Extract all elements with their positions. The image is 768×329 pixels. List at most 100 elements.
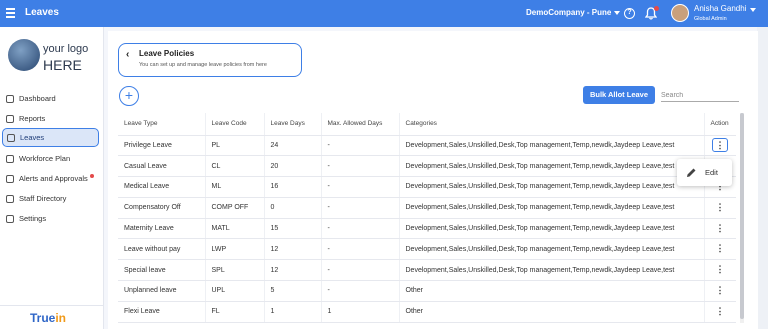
- home-icon: [6, 94, 14, 103]
- sidebar-item-label: Staff Directory: [19, 194, 67, 203]
- sidebar-item-staff-directory[interactable]: Staff Directory: [2, 189, 99, 208]
- cell-leave-type: Unplanned leave: [118, 280, 206, 302]
- cell-categories: Development,Sales,Unskilled,Desk,Top man…: [399, 135, 705, 157]
- sidebar: your logo HERE Dashboard Reports Leaves …: [0, 27, 104, 329]
- cell-leave-days: 12: [264, 238, 322, 261]
- cell-leave-code: CL: [205, 155, 265, 178]
- leave-policies-card: ‹ Leave Policies You can set up and mana…: [118, 43, 302, 77]
- brand-part2: in: [55, 311, 67, 325]
- more-options-icon[interactable]: ⋮: [712, 201, 728, 215]
- bulk-allot-leave-button[interactable]: Bulk Allot Leave: [583, 86, 655, 104]
- table-row: Flexi Leave FL 1 1 Other ⋮: [118, 301, 736, 323]
- search-input[interactable]: [661, 90, 739, 102]
- cell-max-days: -: [321, 280, 400, 302]
- bell-icon[interactable]: [644, 6, 659, 20]
- header-action: Action: [704, 113, 736, 136]
- more-options-icon[interactable]: ⋮: [712, 305, 728, 319]
- cell-leave-type: Special leave: [118, 259, 206, 282]
- sidebar-item-leaves[interactable]: Leaves: [2, 128, 99, 147]
- more-options-icon[interactable]: ⋮: [712, 263, 728, 277]
- table-row: Casual Leave CL 20- Development,Sales,Unski…: [118, 155, 736, 178]
- cell-categories: Development,Sales,Unskilled,Desk,Top man…: [399, 218, 705, 240]
- more-options-icon[interactable]: ⋮: [712, 242, 728, 256]
- help-icon[interactable]: ?: [624, 8, 635, 19]
- cell-leave-days: 16: [264, 176, 322, 198]
- cell-leave-days: 20: [264, 155, 322, 178]
- cell-leave-code: ML: [205, 176, 265, 198]
- section-subtitle: You can set up and manage leave policies…: [139, 62, 267, 68]
- cell-categories: Other: [399, 301, 705, 323]
- sidebar-item-label: Workforce Plan: [19, 154, 71, 163]
- cell-leave-code: PL: [205, 135, 265, 157]
- cell-categories: Development,Sales,Unskilled,Desk,Top man…: [399, 155, 705, 178]
- chart-icon: [6, 114, 14, 123]
- cell-leave-code: COMP OFF: [205, 197, 265, 219]
- user-menu-chevron-icon[interactable]: [750, 8, 756, 12]
- company-selector[interactable]: DemoCompany - Pune: [526, 8, 621, 17]
- cell-categories: Development,Sales,Unskilled,Desk,Top man…: [399, 259, 705, 282]
- sidebar-item-settings[interactable]: Settings: [2, 209, 99, 228]
- sidebar-item-label: Settings: [19, 214, 47, 223]
- cell-leave-days: 24: [264, 135, 322, 157]
- sidebar-item-workforce-plan[interactable]: Workforce Plan: [2, 149, 99, 168]
- cell-leave-type: Privilege Leave: [118, 135, 206, 157]
- cell-categories: Other: [399, 280, 705, 302]
- sidebar-item-label: Alerts and Approvals: [19, 174, 88, 183]
- cell-action: ⋮: [704, 259, 736, 282]
- logo-circle-icon: [8, 39, 40, 71]
- top-bar: Leaves DemoCompany - Pune ? Anisha Gandh…: [0, 0, 768, 27]
- more-options-icon[interactable]: ⋮: [712, 222, 728, 236]
- menu-icon[interactable]: [6, 8, 15, 18]
- company-logo: your logo HERE: [8, 37, 98, 77]
- sidebar-item-reports[interactable]: Reports: [2, 109, 99, 128]
- sidebar-item-label: Dashboard: [19, 94, 56, 103]
- cell-leave-days: 0: [264, 197, 322, 219]
- cell-leave-code: LWP: [205, 238, 265, 261]
- cell-action: ⋮: [704, 301, 736, 323]
- cell-max-days: -: [321, 259, 400, 282]
- pencil-icon: [687, 168, 696, 177]
- add-policy-button[interactable]: +: [119, 86, 139, 106]
- cell-leave-code: MATL: [205, 218, 265, 240]
- cell-leave-code: UPL: [205, 280, 265, 302]
- header-max-allowed-days: Max. Allowed Days: [321, 113, 400, 136]
- cell-max-days: -: [321, 238, 400, 261]
- calendar-icon: [7, 133, 15, 142]
- table-row: Special leave SPL 12- Development,Sales,Uns…: [118, 259, 736, 282]
- sidebar-item-label: Leaves: [20, 133, 45, 142]
- sidebar-item-alerts-and-approvals[interactable]: Alerts and Approvals: [2, 169, 99, 188]
- header-leave-code: Leave Code: [205, 113, 265, 136]
- chevron-down-icon: [614, 10, 621, 15]
- people-icon: [6, 194, 14, 203]
- cell-max-days: -: [321, 176, 400, 198]
- more-options-icon[interactable]: ⋮: [712, 138, 728, 153]
- cell-leave-type: Maternity Leave: [118, 218, 206, 240]
- header-leave-type: Leave Type: [118, 113, 206, 136]
- edit-menu-item[interactable]: Edit: [705, 168, 718, 177]
- table-scrollbar[interactable]: [740, 113, 744, 323]
- logo-text-line1: your logo: [43, 43, 89, 55]
- page-title: Leaves: [25, 7, 59, 18]
- user-name[interactable]: Anisha Gandhi: [694, 4, 746, 13]
- cell-leave-days: 15: [264, 218, 322, 240]
- cell-leave-type: Casual Leave: [118, 155, 206, 178]
- cell-leave-days: 5: [264, 280, 322, 302]
- cell-leave-code: FL: [205, 301, 265, 323]
- cell-max-days: -: [321, 218, 400, 240]
- table-row: Leave without pay LWP 12- Development,Sales…: [118, 238, 736, 261]
- cell-leave-code: SPL: [205, 259, 265, 282]
- avatar[interactable]: [671, 4, 689, 22]
- brand-part1: True: [30, 311, 56, 325]
- company-label: DemoCompany - Pune: [526, 8, 612, 17]
- user-role: Global Admin: [694, 16, 727, 22]
- cell-max-days: -: [321, 197, 400, 219]
- table-row: Unplanned leave UPL 5- Other ⋮: [118, 280, 736, 302]
- cell-categories: Development,Sales,Unskilled,Desk,Top man…: [399, 176, 705, 198]
- sidebar-item-dashboard[interactable]: Dashboard: [2, 89, 99, 108]
- brand-logo: Truein: [30, 311, 66, 325]
- more-options-icon[interactable]: ⋮: [712, 284, 728, 298]
- right-gutter: [757, 27, 768, 329]
- back-icon[interactable]: ‹: [126, 49, 129, 60]
- cell-max-days: -: [321, 135, 400, 157]
- scrollbar-thumb[interactable]: [740, 113, 744, 319]
